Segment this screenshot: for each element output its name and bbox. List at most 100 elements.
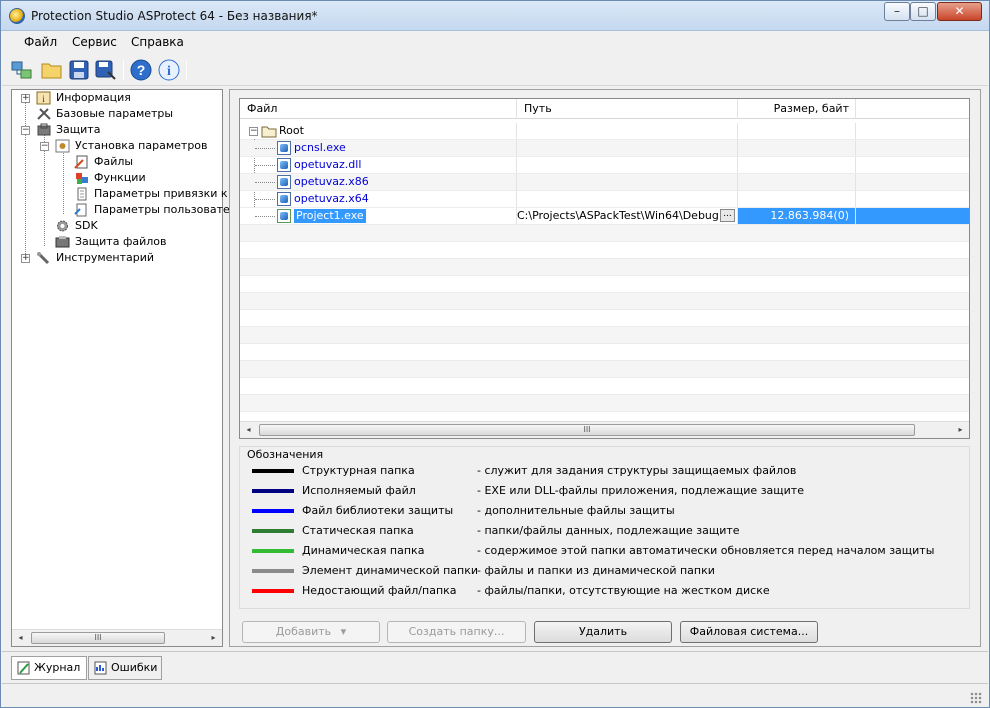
legend-line-executable [252, 489, 294, 493]
table-row-selected[interactable]: Project1.exe C:\Projects\ASPackTest\Win6… [240, 208, 969, 225]
legend-line-dynamic [252, 549, 294, 553]
collapse-toggle[interactable]: − [249, 127, 258, 136]
tree-item-label: Функции [94, 171, 146, 184]
expand-toggle[interactable]: + [21, 94, 30, 103]
shield-icon [37, 123, 51, 136]
column-file[interactable]: Файл [240, 99, 517, 119]
scroll-left-arrow[interactable]: ◂ [240, 422, 257, 438]
browse-path-button[interactable]: ... [720, 209, 735, 222]
empty-row [240, 293, 969, 310]
add-button-label: Добавить [275, 625, 332, 638]
file-size: 12.863.984(0) [770, 209, 849, 222]
legend-name: Статическая папка [302, 524, 414, 537]
empty-row [240, 225, 969, 242]
tree-horizontal-scrollbar[interactable]: ◂ III ▸ [12, 629, 222, 646]
menu-file[interactable]: Файл [20, 35, 61, 49]
resize-grip-icon[interactable] [970, 692, 982, 704]
wrench-icon [37, 252, 50, 265]
scroll-thumb[interactable]: III [31, 632, 165, 644]
connect-icon[interactable] [10, 58, 34, 82]
tree-item-label: Базовые параметры [56, 107, 174, 120]
scroll-right-arrow[interactable]: ▸ [205, 630, 222, 646]
window-title: Protection Studio ASProtect 64 - Без наз… [31, 9, 318, 23]
scroll-left-arrow[interactable]: ◂ [12, 630, 29, 646]
file-name: pcnsl.exe [294, 141, 346, 154]
collapse-toggle[interactable]: − [21, 126, 30, 135]
tab-errors[interactable]: Ошибки [88, 656, 162, 680]
minimize-button[interactable]: – [884, 2, 910, 21]
tree-item-label: Инструментарий [56, 251, 155, 264]
table-row[interactable]: opetuvaz.dll [240, 157, 969, 174]
add-button[interactable]: Добавить ▾ [242, 621, 380, 643]
tree-guide [63, 150, 64, 214]
table-row[interactable]: pcnsl.exe [240, 140, 969, 157]
tree-item-label: Информация [56, 91, 131, 104]
svg-text:?: ? [137, 62, 146, 78]
files-icon [74, 155, 88, 169]
info-icon[interactable]: i [157, 58, 181, 82]
files-panel: Файл Путь Размер, байт − Root pcnsl.exe [229, 89, 981, 647]
file-size [738, 191, 856, 207]
legend-name: Файл библиотеки защиты [302, 504, 454, 517]
library-file-icon [277, 175, 291, 189]
file-size [738, 174, 856, 190]
user-params-icon [74, 203, 87, 217]
grid-horizontal-scrollbar[interactable]: ◂ III ▸ [240, 421, 969, 438]
legend-title: Обозначения [247, 448, 324, 461]
save-as-icon[interactable] [94, 58, 118, 82]
file-name: opetuvaz.x86 [294, 175, 369, 188]
empty-row [240, 276, 969, 293]
file-name: opetuvaz.dll [294, 158, 362, 171]
legend-desc: - содержимое этой папки автоматически об… [477, 544, 935, 557]
legend-desc: - EXE или DLL-файлы приложения, подлежащ… [477, 484, 804, 497]
close-button[interactable]: ✕ [937, 2, 982, 21]
legend-name: Структурная папка [302, 464, 415, 477]
legend-desc: - дополнительные файлы защиты [477, 504, 675, 517]
menu-help[interactable]: Справка [127, 35, 188, 49]
status-bar [2, 683, 988, 707]
files-grid: Файл Путь Размер, байт − Root pcnsl.exe [239, 98, 970, 439]
tab-journal[interactable]: Журнал [11, 656, 87, 680]
create-folder-button[interactable]: Создать папку... [387, 621, 526, 643]
legend-desc: - служит для задания структуры защищаемы… [477, 464, 797, 477]
legend-name: Недостающий файл/папка [302, 584, 457, 597]
empty-row [240, 310, 969, 327]
legend-line-structural [252, 469, 294, 473]
open-folder-icon[interactable] [40, 58, 64, 82]
table-row-root[interactable]: − Root [240, 123, 969, 140]
grid-header: Файл Путь Размер, байт [240, 99, 969, 119]
collapse-toggle[interactable]: − [40, 142, 49, 151]
toolbar-separator [186, 60, 187, 80]
root-label: Root [279, 124, 304, 137]
empty-row [240, 395, 969, 412]
column-empty [856, 99, 969, 119]
exe-file-icon [277, 209, 291, 223]
tab-label: Ошибки [111, 661, 158, 674]
column-size[interactable]: Размер, байт [738, 99, 856, 119]
binding-icon [77, 187, 87, 201]
scroll-thumb[interactable]: III [259, 424, 915, 436]
legend-desc: - файлы и папки из динамической папки [477, 564, 715, 577]
column-path[interactable]: Путь [517, 99, 738, 119]
scroll-right-arrow[interactable]: ▸ [952, 422, 969, 438]
title-bar: Protection Studio ASProtect 64 - Без наз… [1, 1, 989, 31]
maximize-button[interactable]: □ [910, 2, 936, 21]
help-icon[interactable]: ? [129, 58, 153, 82]
file-path: C:\Projects\ASPackTest\Win64\Debug [517, 209, 719, 222]
menu-service[interactable]: Сервис [68, 35, 121, 49]
table-row[interactable]: opetuvaz.x86 [240, 174, 969, 191]
tree-item-label: Защита [56, 123, 101, 136]
delete-button[interactable]: Удалить [534, 621, 672, 643]
save-icon[interactable] [67, 58, 91, 82]
tree-item-label: Защита файлов [75, 235, 167, 248]
table-row[interactable]: opetuvaz.x64 [240, 191, 969, 208]
file-path [517, 191, 738, 207]
svg-text:i: i [167, 64, 171, 79]
errors-icon [94, 661, 107, 675]
expand-toggle[interactable]: + [21, 254, 30, 263]
empty-row [240, 361, 969, 378]
filesystem-button[interactable]: Файловая система... [680, 621, 818, 643]
journal-icon [17, 661, 30, 675]
legend-line-library [252, 509, 294, 513]
app-icon [9, 8, 25, 24]
